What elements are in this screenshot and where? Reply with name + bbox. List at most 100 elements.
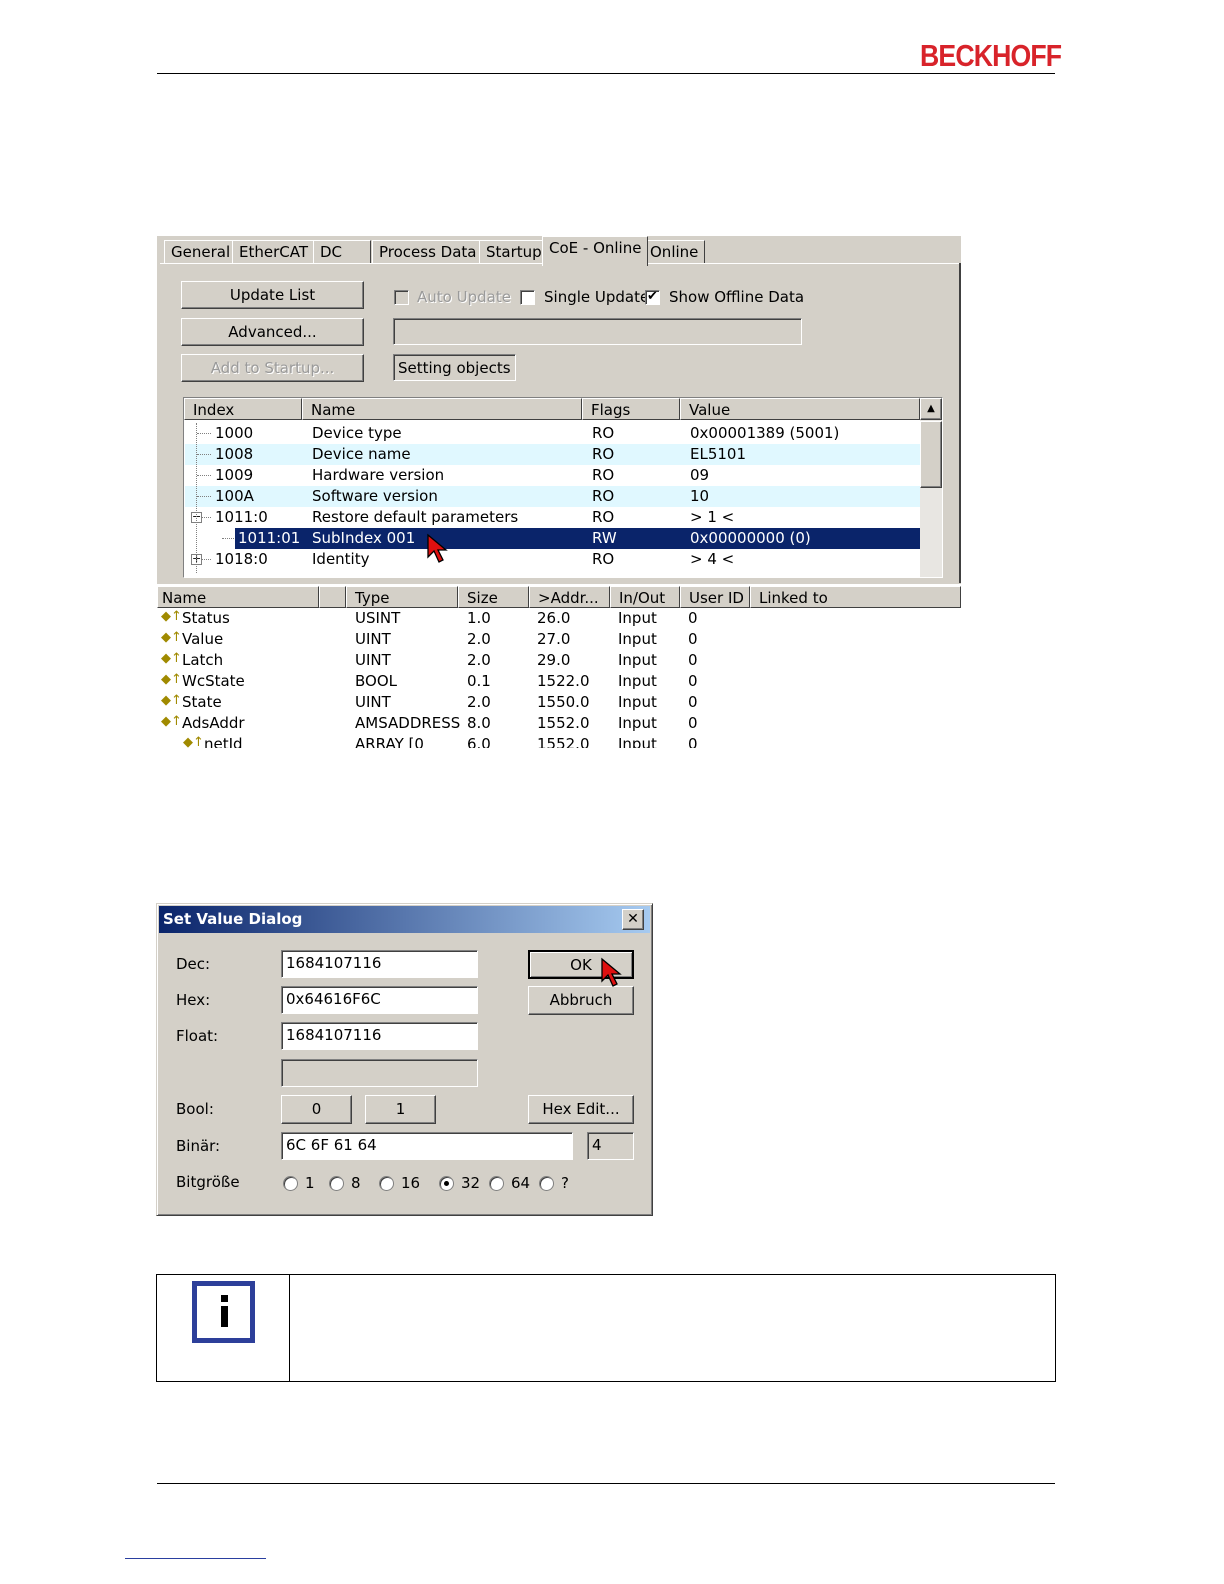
variables-list: ◆↑ Status USINT 1.0 26.0 Input 0 ◆↑ Value UINT 2.0… [157, 608, 961, 748]
column-name[interactable]: Name [302, 398, 582, 420]
var-userid-cell: 0 [688, 651, 698, 669]
bool-0-button[interactable]: 0 [281, 1095, 352, 1124]
single-update-checkbox[interactable] [520, 290, 535, 305]
var-addr-cell: 1552.0 [537, 714, 590, 732]
checkmark-icon: ✔ [647, 289, 658, 304]
value-cell: > 4 < [690, 550, 735, 568]
var-size-cell: 0.1 [467, 672, 491, 690]
var-name-cell: WcState [182, 672, 245, 690]
footer-rule [157, 1483, 1055, 1484]
auto-update-checkbox[interactable] [394, 290, 409, 305]
var-type-cell: BOOL [355, 672, 397, 690]
index-cell: 1011:01 [238, 529, 301, 547]
var-size-cell: 2.0 [467, 693, 491, 711]
tree-connector [197, 475, 211, 476]
cancel-button[interactable]: Abbruch [528, 986, 634, 1015]
flags-cell: RO [592, 508, 615, 526]
bitsize-radio-6[interactable] [539, 1176, 554, 1191]
scroll-up-button[interactable]: ▲ [920, 398, 942, 420]
column-value[interactable]: Value [680, 398, 920, 420]
var-inout-cell: Input [618, 630, 657, 648]
table-row[interactable] [185, 444, 920, 465]
table-row[interactable] [185, 465, 920, 486]
list-item[interactable]: ◆↑ netId ARRAY [0 6.0 1552.0 Input 0 [157, 734, 961, 748]
name-cell: Restore default parameters [312, 508, 519, 526]
vcol-inout[interactable]: In/Out [610, 586, 680, 608]
scrollbar-thumb[interactable] [920, 421, 942, 488]
var-type-cell: UINT [355, 651, 391, 669]
tab-dc[interactable]: DC [313, 240, 371, 264]
mouse-cursor-icon [427, 533, 448, 563]
var-type-cell: AMSADDRESS [355, 714, 461, 732]
vcol-addr[interactable]: >Addr... [529, 586, 610, 608]
tab-startup[interactable]: Startup [479, 240, 549, 264]
var-type-cell: USINT [355, 609, 401, 627]
hex-input[interactable]: 0x64616F6C [281, 986, 478, 1014]
bitsize-radio-2[interactable] [329, 1176, 344, 1191]
tab-online[interactable]: Online [643, 240, 706, 264]
auto-update-label: Auto Update [417, 288, 511, 306]
table-row[interactable] [185, 507, 920, 528]
hex-label: Hex: [176, 991, 211, 1009]
column-flags[interactable]: Flags [582, 398, 680, 420]
list-item[interactable]: ◆↑ Latch UINT 2.0 29.0 Input 0 [157, 650, 961, 671]
input-variable-icon: ◆↑ [161, 714, 182, 729]
list-item[interactable]: ◆↑ Value UINT 2.0 27.0 Input 0 [157, 629, 961, 650]
note-divider [289, 1274, 290, 1382]
add-to-startup-button[interactable]: Add to Startup... [181, 354, 364, 382]
table-row[interactable] [185, 549, 920, 570]
binar-input[interactable]: 6C 6F 61 64 [281, 1132, 573, 1160]
hex-edit-button[interactable]: Hex Edit... [528, 1095, 634, 1124]
index-cell: 1018:0 [215, 550, 268, 568]
status-text: Setting objects [393, 354, 516, 381]
tab-coe-online[interactable]: CoE - Online [542, 236, 649, 266]
dialog-close-button[interactable]: ✕ [622, 909, 644, 930]
vcol-blank[interactable] [319, 586, 346, 608]
list-item[interactable]: ◆↑ AdsAddr AMSADDRESS 8.0 1552.0 Input 0 [157, 713, 961, 734]
vcol-name[interactable]: Name [157, 586, 319, 608]
single-update-label: Single Update [544, 288, 650, 306]
tree-connector [197, 433, 211, 434]
float-input[interactable]: 1684107116 [281, 1022, 478, 1050]
index-cell: 1011:0 [215, 508, 268, 526]
name-cell: Identity [312, 550, 370, 568]
tab-general[interactable]: General [164, 240, 238, 264]
bitsize-radio-4[interactable] [439, 1176, 454, 1191]
bitsize-radio-3[interactable] [379, 1176, 394, 1191]
bitsize-radio-1[interactable] [283, 1176, 298, 1191]
input-variable-icon: ◆↑ [161, 630, 182, 645]
update-list-button[interactable]: Update List [181, 281, 364, 309]
tab-process-data[interactable]: Process Data [372, 240, 484, 264]
flags-cell: RO [592, 550, 615, 568]
flags-cell: RO [592, 466, 615, 484]
close-icon: ✕ [627, 911, 639, 927]
value-cell: 0x00000000 (0) [690, 529, 811, 547]
bitsize-radio-5[interactable] [489, 1176, 504, 1191]
var-userid-cell: 0 [688, 609, 698, 627]
index-cell: 1000 [215, 424, 254, 442]
dec-input[interactable]: 1684107116 [281, 950, 478, 978]
column-index[interactable]: Index [184, 398, 302, 420]
vcol-linked[interactable]: Linked to [750, 586, 961, 608]
var-inout-cell: Input [618, 735, 657, 748]
var-addr-cell: 1522.0 [537, 672, 590, 690]
vcol-type[interactable]: Type [346, 586, 458, 608]
tree-connector [197, 496, 211, 497]
var-addr-cell: 26.0 [537, 609, 571, 627]
bool-label: Bool: [176, 1100, 214, 1118]
input-variable-icon: ◆↑ [161, 693, 182, 708]
panel-right-edge [959, 263, 961, 583]
bool-1-button[interactable]: 1 [365, 1095, 436, 1124]
vcol-size[interactable]: Size [458, 586, 529, 608]
list-item[interactable]: ◆↑ State UINT 2.0 1550.0 Input 0 [157, 692, 961, 713]
vcol-userid[interactable]: User ID [680, 586, 750, 608]
beckhoff-logo: BECKHOFF [920, 38, 1062, 73]
show-offline-data-checkbox[interactable]: ✔ [645, 290, 660, 305]
advanced-button[interactable]: Advanced... [181, 318, 364, 346]
tab-ethercat[interactable]: EtherCAT [232, 240, 315, 264]
var-type-cell: UINT [355, 630, 391, 648]
list-item[interactable]: ◆↑ WcState BOOL 0.1 1522.0 Input 0 [157, 671, 961, 692]
list-item[interactable]: ◆↑ Status USINT 1.0 26.0 Input 0 [157, 608, 961, 629]
table-row[interactable] [185, 486, 920, 507]
tree-trunk [196, 423, 197, 573]
